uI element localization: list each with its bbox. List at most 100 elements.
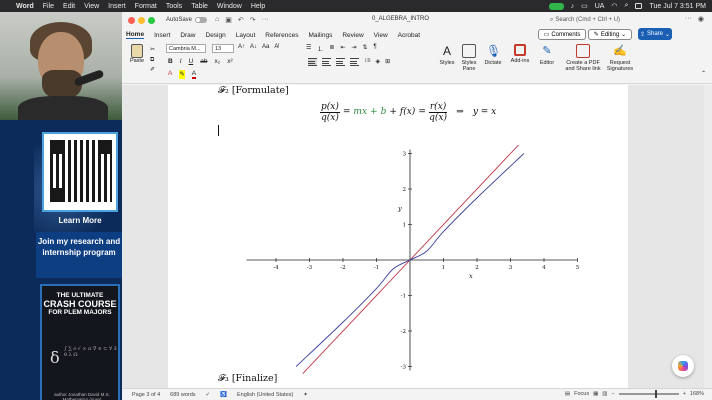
decrease-indent-icon[interactable]: ⇤ <box>340 44 345 53</box>
bullets-icon[interactable]: ☰ <box>306 44 311 53</box>
autosave-control[interactable]: AutoSave <box>166 17 208 23</box>
italic-icon[interactable]: I <box>180 58 182 65</box>
tab-draw[interactable]: Draw <box>180 32 195 39</box>
multilevel-list-icon[interactable]: ≣ <box>329 44 334 53</box>
tab-view[interactable]: View <box>374 32 388 39</box>
increase-indent-icon[interactable]: ⇥ <box>351 44 356 53</box>
page-count[interactable]: Page 3 of 4 <box>132 392 160 398</box>
create-pdf-button[interactable]: Create a PDF and Share link <box>564 44 602 72</box>
menu-app-name[interactable]: Word <box>16 3 34 10</box>
dictate-button[interactable]: 🎙 Dictate <box>482 44 504 66</box>
web-layout-icon[interactable]: ▥ <box>602 391 607 397</box>
focus-icon[interactable]: ▤ <box>565 391 570 397</box>
clear-format-icon[interactable]: A̸ <box>274 44 278 50</box>
styles-button[interactable]: A Styles <box>436 44 458 66</box>
line-spacing-icon[interactable]: ↕≡ <box>364 58 371 66</box>
camera-active-icon[interactable] <box>548 2 564 10</box>
grow-font-icon[interactable]: A↑ <box>238 44 245 50</box>
language-status[interactable]: English (United States) <box>237 392 293 398</box>
pilcrow-icon[interactable]: ¶ <box>374 44 377 53</box>
autosave-toggle[interactable] <box>195 17 208 23</box>
document-title[interactable]: 0_ALGEBRA_INTRO <box>372 16 429 22</box>
underline-icon[interactable]: U <box>189 58 194 65</box>
bold-icon[interactable]: B <box>168 58 173 65</box>
home-icon[interactable]: ⌂ <box>215 16 219 24</box>
collapse-ribbon-icon[interactable]: ⌃ <box>701 70 706 77</box>
menu-file[interactable]: File <box>43 3 54 10</box>
spotlight-icon[interactable]: ⌕ <box>625 2 629 10</box>
sound-icon[interactable]: ♪ <box>571 3 575 10</box>
cut-icon[interactable]: ✂ <box>150 45 155 55</box>
editor-button[interactable]: ✎ Editor <box>536 44 558 66</box>
document-page[interactable]: 𝓕₂ [Formulate] p(x) q(x) = mx + b + f(x)… <box>168 85 628 388</box>
align-center-icon[interactable] <box>322 58 331 66</box>
word-count[interactable]: 689 words <box>170 392 195 398</box>
zoom-slider-knob[interactable] <box>654 390 657 398</box>
tab-references[interactable]: References <box>265 32 298 39</box>
focus-label[interactable]: Focus <box>574 391 589 397</box>
menu-window[interactable]: Window <box>217 3 242 10</box>
font-color-icon[interactable]: A <box>191 70 197 79</box>
borders-icon[interactable]: ⊞ <box>385 58 390 66</box>
justify-icon[interactable] <box>350 58 359 66</box>
highlight-icon[interactable]: ✎ <box>179 70 185 79</box>
change-case-icon[interactable]: Aa <box>262 44 269 50</box>
account-icon[interactable]: ◉ <box>698 15 704 23</box>
font-name-dropdown[interactable]: Cambria M... <box>166 44 206 53</box>
menu-view[interactable]: View <box>84 3 99 10</box>
paste-button[interactable]: Paste <box>128 44 146 64</box>
zoom-level[interactable]: 168% <box>690 391 704 397</box>
menu-tools[interactable]: Tools <box>166 3 182 10</box>
menu-insert[interactable]: Insert <box>108 3 126 10</box>
format-painter-icon[interactable]: ✐ <box>150 65 155 75</box>
subscript-icon[interactable]: x₂ <box>214 58 220 65</box>
tab-design[interactable]: Design <box>206 32 226 39</box>
tab-mailings[interactable]: Mailings <box>309 32 333 39</box>
copilot-button[interactable] <box>672 355 694 377</box>
tab-insert[interactable]: Insert <box>154 32 170 39</box>
tab-review[interactable]: Review <box>342 32 363 39</box>
shrink-font-icon[interactable]: A↓ <box>250 44 257 50</box>
menu-help[interactable]: Help <box>251 3 265 10</box>
battery-icon[interactable]: ▭ <box>581 2 588 10</box>
share-button[interactable]: ⇪ Share ⌄ <box>638 28 672 40</box>
save-icon[interactable]: ▣ <box>225 16 232 24</box>
clock[interactable]: Tue Jul 7 3:51 PM <box>649 3 706 10</box>
zoom-in-icon[interactable]: + <box>683 391 686 397</box>
undo-icon[interactable]: ↶ <box>238 16 244 24</box>
menu-edit[interactable]: Edit <box>63 3 75 10</box>
more-options-icon[interactable]: ··· <box>685 15 692 23</box>
addins-button[interactable]: Add-ins <box>508 44 532 64</box>
font-size-dropdown[interactable]: 13 <box>212 44 234 53</box>
input-source[interactable]: UA <box>595 3 605 10</box>
vertical-scrollbar[interactable] <box>704 85 712 388</box>
more-icon[interactable]: ··· <box>262 16 269 24</box>
print-layout-icon[interactable]: ▦ <box>593 391 598 397</box>
text-effects-icon[interactable]: A <box>168 70 172 79</box>
align-right-icon[interactable] <box>336 58 345 66</box>
shading-icon[interactable]: ◈ <box>376 58 381 66</box>
accessibility-icon[interactable]: ♿ <box>220 392 227 398</box>
proofing-icon[interactable]: ✓ <box>206 392 211 398</box>
comments-button[interactable]: ▭ Comments <box>538 29 586 40</box>
copy-icon[interactable]: ⧉ <box>150 55 155 65</box>
styles-pane-button[interactable]: Styles Pane <box>458 44 480 72</box>
sort-icon[interactable]: ⇅ <box>363 44 368 53</box>
strikethrough-icon[interactable]: ab <box>200 58 207 65</box>
numbering-icon[interactable]: ⒈ <box>317 44 323 53</box>
tab-acrobat[interactable]: Acrobat <box>398 32 420 39</box>
redo-icon[interactable]: ↷ <box>250 16 256 24</box>
zoom-slider[interactable] <box>618 390 679 398</box>
wifi-icon[interactable]: ◠ <box>611 2 617 10</box>
maximize-window-button[interactable] <box>148 16 155 24</box>
align-left-icon[interactable] <box>308 58 317 66</box>
request-signatures-button[interactable]: ✍ Request Signatures <box>604 44 636 72</box>
menu-format[interactable]: Format <box>135 3 157 10</box>
superscript-icon[interactable]: x² <box>227 58 232 65</box>
editing-mode-button[interactable]: ✎ Editing ⌄ <box>588 29 632 40</box>
tab-home[interactable]: Home <box>126 31 145 39</box>
tab-layout[interactable]: Layout <box>236 32 256 39</box>
control-center-icon[interactable] <box>635 3 643 9</box>
search-box[interactable]: ⌕ Search (Cmd + Ctrl + U) <box>550 15 622 25</box>
close-window-button[interactable] <box>128 16 135 24</box>
